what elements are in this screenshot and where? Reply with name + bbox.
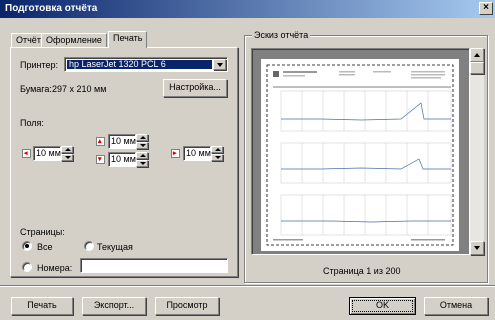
page-numbers-input[interactable] xyxy=(80,258,228,273)
paper-size-value: 297 x 210 мм xyxy=(52,84,107,94)
button-label: Экспорт... xyxy=(93,300,135,310)
spin-up-icon[interactable] xyxy=(136,134,148,141)
pages-numbers-radio[interactable] xyxy=(22,262,32,272)
pages-current-radio[interactable] xyxy=(84,241,94,251)
title-bar: Подготовка отчёта × xyxy=(0,0,495,18)
margin-top-input[interactable]: 10 мм xyxy=(108,134,136,149)
preview-scrollbar[interactable] xyxy=(470,48,484,255)
scroll-down-icon[interactable] xyxy=(470,241,484,255)
close-icon: × xyxy=(483,2,489,13)
preview-legend: Эскиз отчёта xyxy=(252,30,311,40)
spin-up-icon[interactable] xyxy=(211,146,223,153)
report-thumbnail-graphic xyxy=(266,64,454,246)
margins-label: Поля: xyxy=(20,118,44,128)
tab-label: Печать xyxy=(113,33,143,43)
preview-page-thumbnail xyxy=(261,59,459,251)
page-status: Страница 1 из 200 xyxy=(323,266,401,276)
pages-all-label[interactable]: Все xyxy=(37,242,53,252)
tab-print[interactable]: Печать xyxy=(108,31,148,48)
pages-label: Страницы: xyxy=(20,227,65,237)
window-title: Подготовка отчёта xyxy=(5,3,98,14)
margin-right-spinner[interactable]: 10 мм xyxy=(183,146,223,161)
print-button[interactable]: Печать xyxy=(11,297,73,315)
button-label: Печать xyxy=(27,300,57,310)
spin-down-icon[interactable] xyxy=(61,154,73,161)
chevron-down-icon[interactable] xyxy=(213,59,226,70)
ok-button[interactable]: OK xyxy=(349,297,416,315)
close-button[interactable]: × xyxy=(479,2,493,15)
scroll-up-icon[interactable] xyxy=(470,48,484,62)
pages-numbers-label[interactable]: Номера: xyxy=(37,263,72,273)
margin-bottom-input[interactable]: 10 мм xyxy=(108,152,136,167)
margin-top-spinner[interactable]: 10 мм xyxy=(108,134,148,149)
margin-top-icon: ▴ xyxy=(96,137,105,146)
footer-separator xyxy=(0,285,495,287)
button-label: Настройка... xyxy=(169,82,221,92)
printer-select-value: hp LaserJet 1320 PCL 6 xyxy=(67,60,212,69)
preview-canvas[interactable] xyxy=(251,48,470,255)
scroll-thumb[interactable] xyxy=(470,62,484,74)
tab-label: Оформление xyxy=(46,35,102,45)
margin-left-input[interactable]: 10 мм xyxy=(33,146,61,161)
export-button[interactable]: Экспорт... xyxy=(82,297,146,315)
margin-right-input[interactable]: 10 мм xyxy=(183,146,211,161)
view-button[interactable]: Просмотр xyxy=(155,297,219,315)
button-label: Просмотр xyxy=(166,300,208,310)
margin-right-icon: ▸ xyxy=(171,149,180,158)
cancel-button[interactable]: Отмена xyxy=(424,297,488,315)
margin-bottom-icon: ▾ xyxy=(96,155,105,164)
spin-up-icon[interactable] xyxy=(136,152,148,159)
pages-all-radio[interactable] xyxy=(22,241,32,251)
printer-select[interactable]: hp LaserJet 1320 PCL 6 xyxy=(64,57,228,72)
margin-bottom-spinner[interactable]: 10 мм xyxy=(108,152,148,167)
printer-settings-button[interactable]: Настройка... xyxy=(163,79,227,97)
paper-label: Бумага: xyxy=(20,84,52,94)
tab-label: Отчёт xyxy=(16,35,41,45)
spin-down-icon[interactable] xyxy=(136,160,148,167)
spin-down-icon[interactable] xyxy=(211,154,223,161)
printer-label: Принтер: xyxy=(20,60,59,70)
button-label: Отмена xyxy=(439,300,473,310)
margin-left-icon: ◂ xyxy=(22,149,31,158)
spin-up-icon[interactable] xyxy=(61,146,73,153)
tab-design[interactable]: Оформление xyxy=(41,33,107,47)
spin-down-icon[interactable] xyxy=(136,142,148,149)
button-label: OK xyxy=(375,300,389,310)
margin-left-spinner[interactable]: 10 мм xyxy=(33,146,73,161)
pages-current-label[interactable]: Текущая xyxy=(97,242,133,252)
